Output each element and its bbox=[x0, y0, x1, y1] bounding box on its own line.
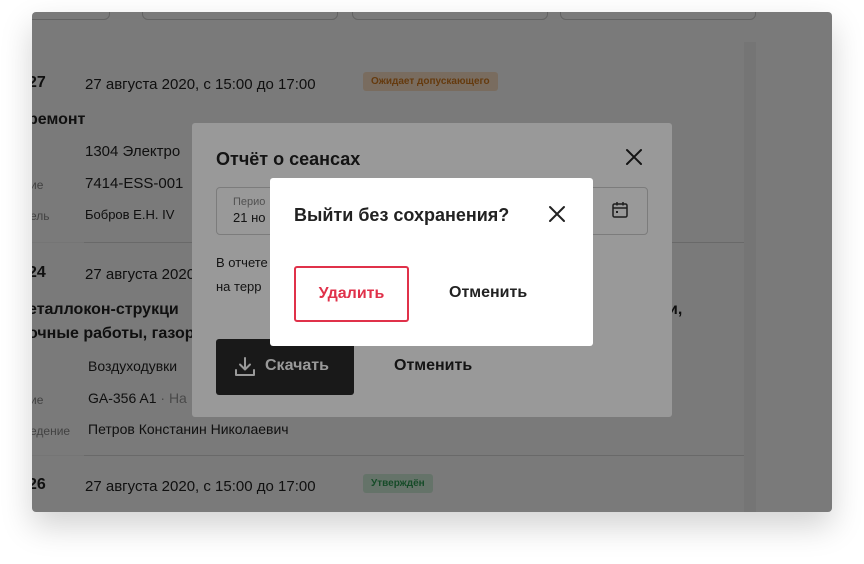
exit-dialog: Выйти без сохранения? Удалить Отменить bbox=[270, 178, 593, 346]
delete-button[interactable]: Удалить bbox=[294, 266, 409, 322]
app-window: 27 27 августа 2020, с 15:00 до 17:00 Ожи… bbox=[32, 12, 832, 512]
close-icon[interactable] bbox=[547, 204, 567, 224]
cancel-button[interactable]: Отменить bbox=[449, 284, 527, 302]
dialog-title: Выйти без сохранения? bbox=[294, 205, 510, 225]
